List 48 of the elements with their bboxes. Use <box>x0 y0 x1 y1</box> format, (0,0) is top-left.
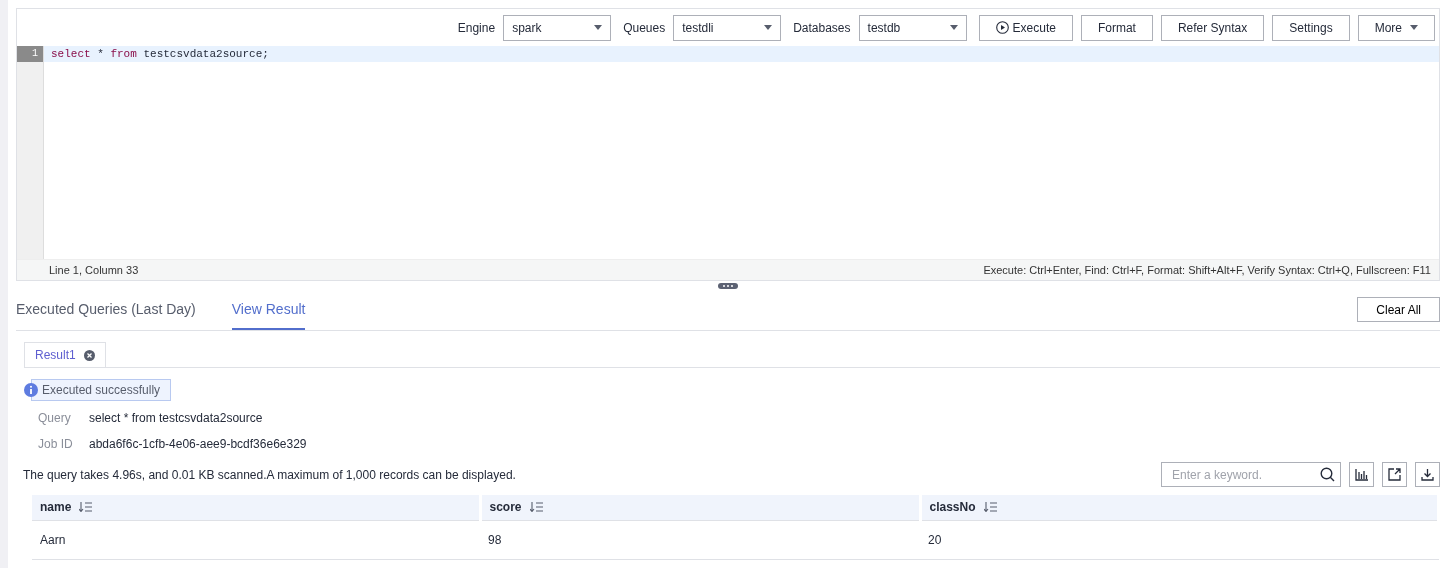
dropdown-select[interactable]: testdb <box>858 14 967 41</box>
chart-button[interactable] <box>1349 462 1374 487</box>
tab[interactable]: Executed Queries (Last Day) <box>16 299 196 330</box>
play-icon <box>995 21 1009 34</box>
clear-all-button[interactable]: Clear All <box>1357 297 1440 322</box>
shortcut-hints: Execute: Ctrl+Enter, Find: Ctrl+F, Format: Shift+Alt+F, Verify Syntax: Ctrl+Q, Fullscreen: F11 <box>983 262 1431 278</box>
detail-label: Query <box>38 410 72 427</box>
tab[interactable]: View Result <box>231 299 306 330</box>
export-icon <box>1388 468 1401 481</box>
download-button[interactable] <box>1415 462 1440 487</box>
dropdown-select[interactable]: testdli <box>673 14 782 41</box>
field-label: Databases <box>793 19 851 37</box>
sort-icon[interactable] <box>529 502 543 513</box>
query-summary: The query takes 4.96s, and 0.01 KB scanned.A maximum of 1,000 records can be displayed. <box>23 466 516 484</box>
more-dropdown-button[interactable]: More <box>1357 14 1435 41</box>
table-cell: 98 <box>480 520 920 559</box>
line-number: 1 <box>17 46 43 62</box>
search-field[interactable]: Enter a keyword. <box>1161 462 1341 487</box>
sort-icon[interactable] <box>79 502 93 513</box>
info-icon <box>24 383 38 397</box>
toolbar-button[interactable]: Settings <box>1272 14 1350 41</box>
download-icon <box>1421 468 1434 481</box>
detail-value: select * from testcsvdata2source <box>89 410 263 427</box>
toolbar-button[interactable]: Format <box>1080 14 1153 41</box>
sort-icon[interactable] <box>983 502 997 513</box>
table-cell: 20 <box>920 520 1439 559</box>
resize-handle[interactable] <box>718 283 738 289</box>
detail-label: Job ID <box>38 436 74 453</box>
caret-icon <box>949 25 958 30</box>
table-cell: Aarn <box>32 520 480 559</box>
caret-icon <box>764 25 773 30</box>
bar-chart-icon <box>1355 468 1368 481</box>
close-icon[interactable] <box>83 349 95 361</box>
cursor-position: Line 1, Column 33 <box>49 262 139 278</box>
column-header[interactable]: classNo <box>920 495 1439 520</box>
dropdown-select[interactable]: spark <box>503 14 612 41</box>
search-icon <box>1320 467 1335 482</box>
detail-value: abda6f6c-1cfb-4e06-aee9-bcdf36e6e329 <box>89 436 307 453</box>
result-tab[interactable]: Result1 <box>24 342 106 367</box>
execute-button[interactable]: Execute <box>978 14 1073 41</box>
export-button[interactable] <box>1382 462 1407 487</box>
toolbar-button[interactable]: Refer Syntax <box>1160 14 1265 41</box>
column-header[interactable]: score <box>480 495 920 520</box>
caret-icon <box>594 25 603 30</box>
field-label: Queues <box>623 19 666 37</box>
column-header[interactable]: name <box>32 495 480 520</box>
caret-icon <box>1410 25 1418 30</box>
field-label: Engine <box>457 19 496 37</box>
